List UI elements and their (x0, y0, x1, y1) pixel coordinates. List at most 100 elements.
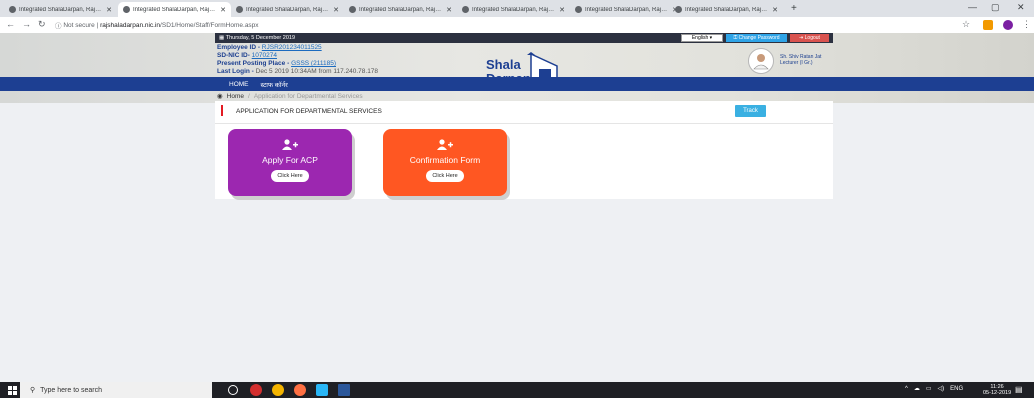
tab-title: Integrated ShalaDarpan, Rajasth (472, 6, 557, 13)
posting-row: Present Posting Place - GSSS (211185) (217, 60, 336, 67)
maximize-icon[interactable]: ▢ (991, 2, 1000, 13)
app-icon[interactable] (316, 384, 328, 396)
extension-icon[interactable] (983, 20, 993, 30)
globe-icon (462, 6, 469, 13)
browser-tab[interactable]: Integrated ShalaDarpan, Rajasth✕ (670, 2, 783, 17)
add-user-icon (437, 139, 453, 150)
language-indicator[interactable]: ENG (950, 386, 963, 392)
last-login-value: Dec 5 2019 10:34AM from 117.240.78.178 (255, 68, 379, 75)
browser-tab[interactable]: Integrated ShalaDarpan, Rajasth✕ (4, 2, 117, 17)
browser-tab[interactable]: Integrated ShalaDarpan, Rajasth✕ (570, 2, 683, 17)
globe-icon (349, 6, 356, 13)
tab-title: Integrated ShalaDarpan, Rajasth (359, 6, 444, 13)
panel-accent-bar (221, 105, 223, 116)
breadcrumb-current: Application for Departmental Services (253, 92, 363, 100)
menu-dots-icon[interactable]: ⋮ (1022, 19, 1031, 30)
posting-value[interactable]: GSSS (211185) (291, 60, 336, 67)
globe-icon (236, 6, 243, 13)
calendar-icon: ▦ (219, 35, 226, 41)
windows-start-icon[interactable] (8, 386, 17, 395)
dashboard-icon: ◉ (217, 93, 223, 100)
tab-title: Integrated ShalaDarpan, Rajasth (19, 6, 104, 13)
card-title: Confirmation Form (409, 155, 481, 165)
confirmation-click-here-button[interactable]: Click Here (426, 170, 464, 182)
close-icon[interactable]: ✕ (559, 6, 565, 14)
close-icon[interactable]: ✕ (446, 6, 452, 14)
profile-role: Lecturer (I Gr.) (780, 60, 813, 66)
word-icon[interactable] (338, 384, 350, 396)
clock-date: 05-12-2019 (983, 390, 1012, 396)
close-icon[interactable]: ✕ (333, 6, 339, 14)
globe-icon (575, 6, 582, 13)
logout-button[interactable]: ⇥ Logout (790, 34, 829, 42)
breadcrumb-separator: / (248, 92, 250, 100)
browser-tab[interactable]: Integrated ShalaDarpan, Rajasth✕ (118, 2, 231, 17)
card-title: Apply For ACP (262, 155, 318, 165)
browser-tab[interactable]: Integrated ShalaDarpan, Rajasth✕ (344, 2, 457, 17)
back-arrow-icon[interactable]: ← (6, 19, 15, 29)
bookmark-star-icon[interactable]: ☆ (962, 19, 970, 30)
logout-label: Logout (804, 35, 820, 41)
confirmation-form-card[interactable]: Confirmation Form Click Here (383, 129, 507, 196)
page-title: APPLICATION FOR DEPARTMENTAL SERVICES (236, 108, 382, 115)
search-placeholder: Type here to search (40, 386, 103, 394)
add-user-icon (282, 139, 298, 150)
taskbar-search-input[interactable]: ⚲ Type here to search (20, 382, 212, 398)
address-bar-row: ← → ↻ ⓘ Not secure | rajshaladarpan.nic.… (0, 17, 1034, 34)
tab-title: Integrated ShalaDarpan, Rajasth (585, 6, 670, 13)
notification-icon[interactable]: ▤ (1015, 385, 1023, 394)
employee-id-row: Employee ID - RJSR201234011525 (217, 44, 322, 51)
search-icon: ⚲ (30, 387, 36, 394)
network-icon[interactable]: ▭ (926, 385, 932, 392)
new-tab-icon[interactable]: + (791, 3, 797, 14)
opera-icon[interactable] (250, 384, 262, 396)
last-login-row: Last Login - Dec 5 2019 10:34AM from 117… (217, 68, 378, 75)
cloud-icon[interactable]: ☁ (914, 385, 920, 392)
main-nav: HOME स्टाफ कॉर्नर (215, 77, 833, 91)
apply-acp-click-here-button[interactable]: Click Here (271, 170, 309, 182)
apply-acp-card[interactable]: Apply For ACP Click Here (228, 129, 352, 196)
globe-icon (675, 6, 682, 13)
close-icon[interactable]: ✕ (106, 6, 112, 14)
track-button[interactable]: Track (735, 105, 766, 117)
breadcrumb: ◉ Home / Application for Departmental Se… (217, 92, 363, 101)
sdnic-row: SD-NIC ID- 1070274 (217, 52, 277, 59)
user-photo-icon (753, 54, 769, 70)
taskbar-clock[interactable]: 11:26 05-12-2019 (983, 384, 1011, 396)
language-value: English (691, 35, 709, 41)
nav-home[interactable]: HOME (229, 81, 249, 88)
firefox-icon[interactable] (294, 384, 306, 396)
info-icon: ⓘ (55, 23, 64, 30)
browser-tab[interactable]: Integrated ShalaDarpan, Rajasth✕ (457, 2, 570, 17)
forward-arrow-icon[interactable]: → (22, 19, 31, 29)
breadcrumb-home[interactable]: Home (227, 93, 244, 100)
reload-icon[interactable]: ↻ (38, 19, 46, 30)
close-icon[interactable]: ✕ (772, 6, 778, 14)
current-date: Thursday, 5 December 2019 (225, 35, 296, 41)
cortana-icon[interactable] (228, 385, 238, 395)
tab-title: Integrated ShalaDarpan, Rajasth (685, 6, 770, 13)
browser-tab-strip: Integrated ShalaDarpan, Rajasth ✕ Integra… (0, 0, 1034, 17)
change-password-label: Change Password (738, 35, 780, 41)
nav-staff-corner[interactable]: स्टाफ कॉर्नर (261, 80, 288, 89)
caret-down-icon: ▾ (709, 35, 713, 41)
sdnic-value[interactable]: 1070274 (252, 52, 277, 59)
chrome-icon[interactable] (272, 384, 284, 396)
change-password-button[interactable]: ⚿ Change Password (726, 34, 787, 42)
language-select[interactable]: English ▾ (681, 34, 723, 42)
url-input[interactable]: ⓘ Not secure | rajshaladarpan.nic.in /SD… (55, 19, 935, 31)
employee-id-value[interactable]: RJSR201234011525 (262, 44, 322, 51)
last-login-label: Last Login - (217, 68, 254, 75)
close-icon[interactable]: ✕ (220, 6, 226, 14)
profile-info: Sh. Shiv Ratan Jat Lecturer (I Gr.) (780, 54, 821, 66)
minimize-icon[interactable]: — (968, 2, 977, 12)
posting-label: Present Posting Place - (217, 60, 290, 67)
sdnic-label: SD-NIC ID- (217, 52, 250, 59)
window-close-icon[interactable]: ✕ (1017, 2, 1025, 13)
chevron-up-icon[interactable]: ^ (905, 386, 908, 392)
profile-icon[interactable] (1003, 20, 1013, 30)
volume-icon[interactable]: ◁) (938, 385, 945, 392)
logo-text-shala: Shala (486, 57, 521, 72)
browser-tab[interactable]: Integrated ShalaDarpan, Rajasth✕ (231, 2, 344, 17)
avatar (748, 48, 774, 74)
